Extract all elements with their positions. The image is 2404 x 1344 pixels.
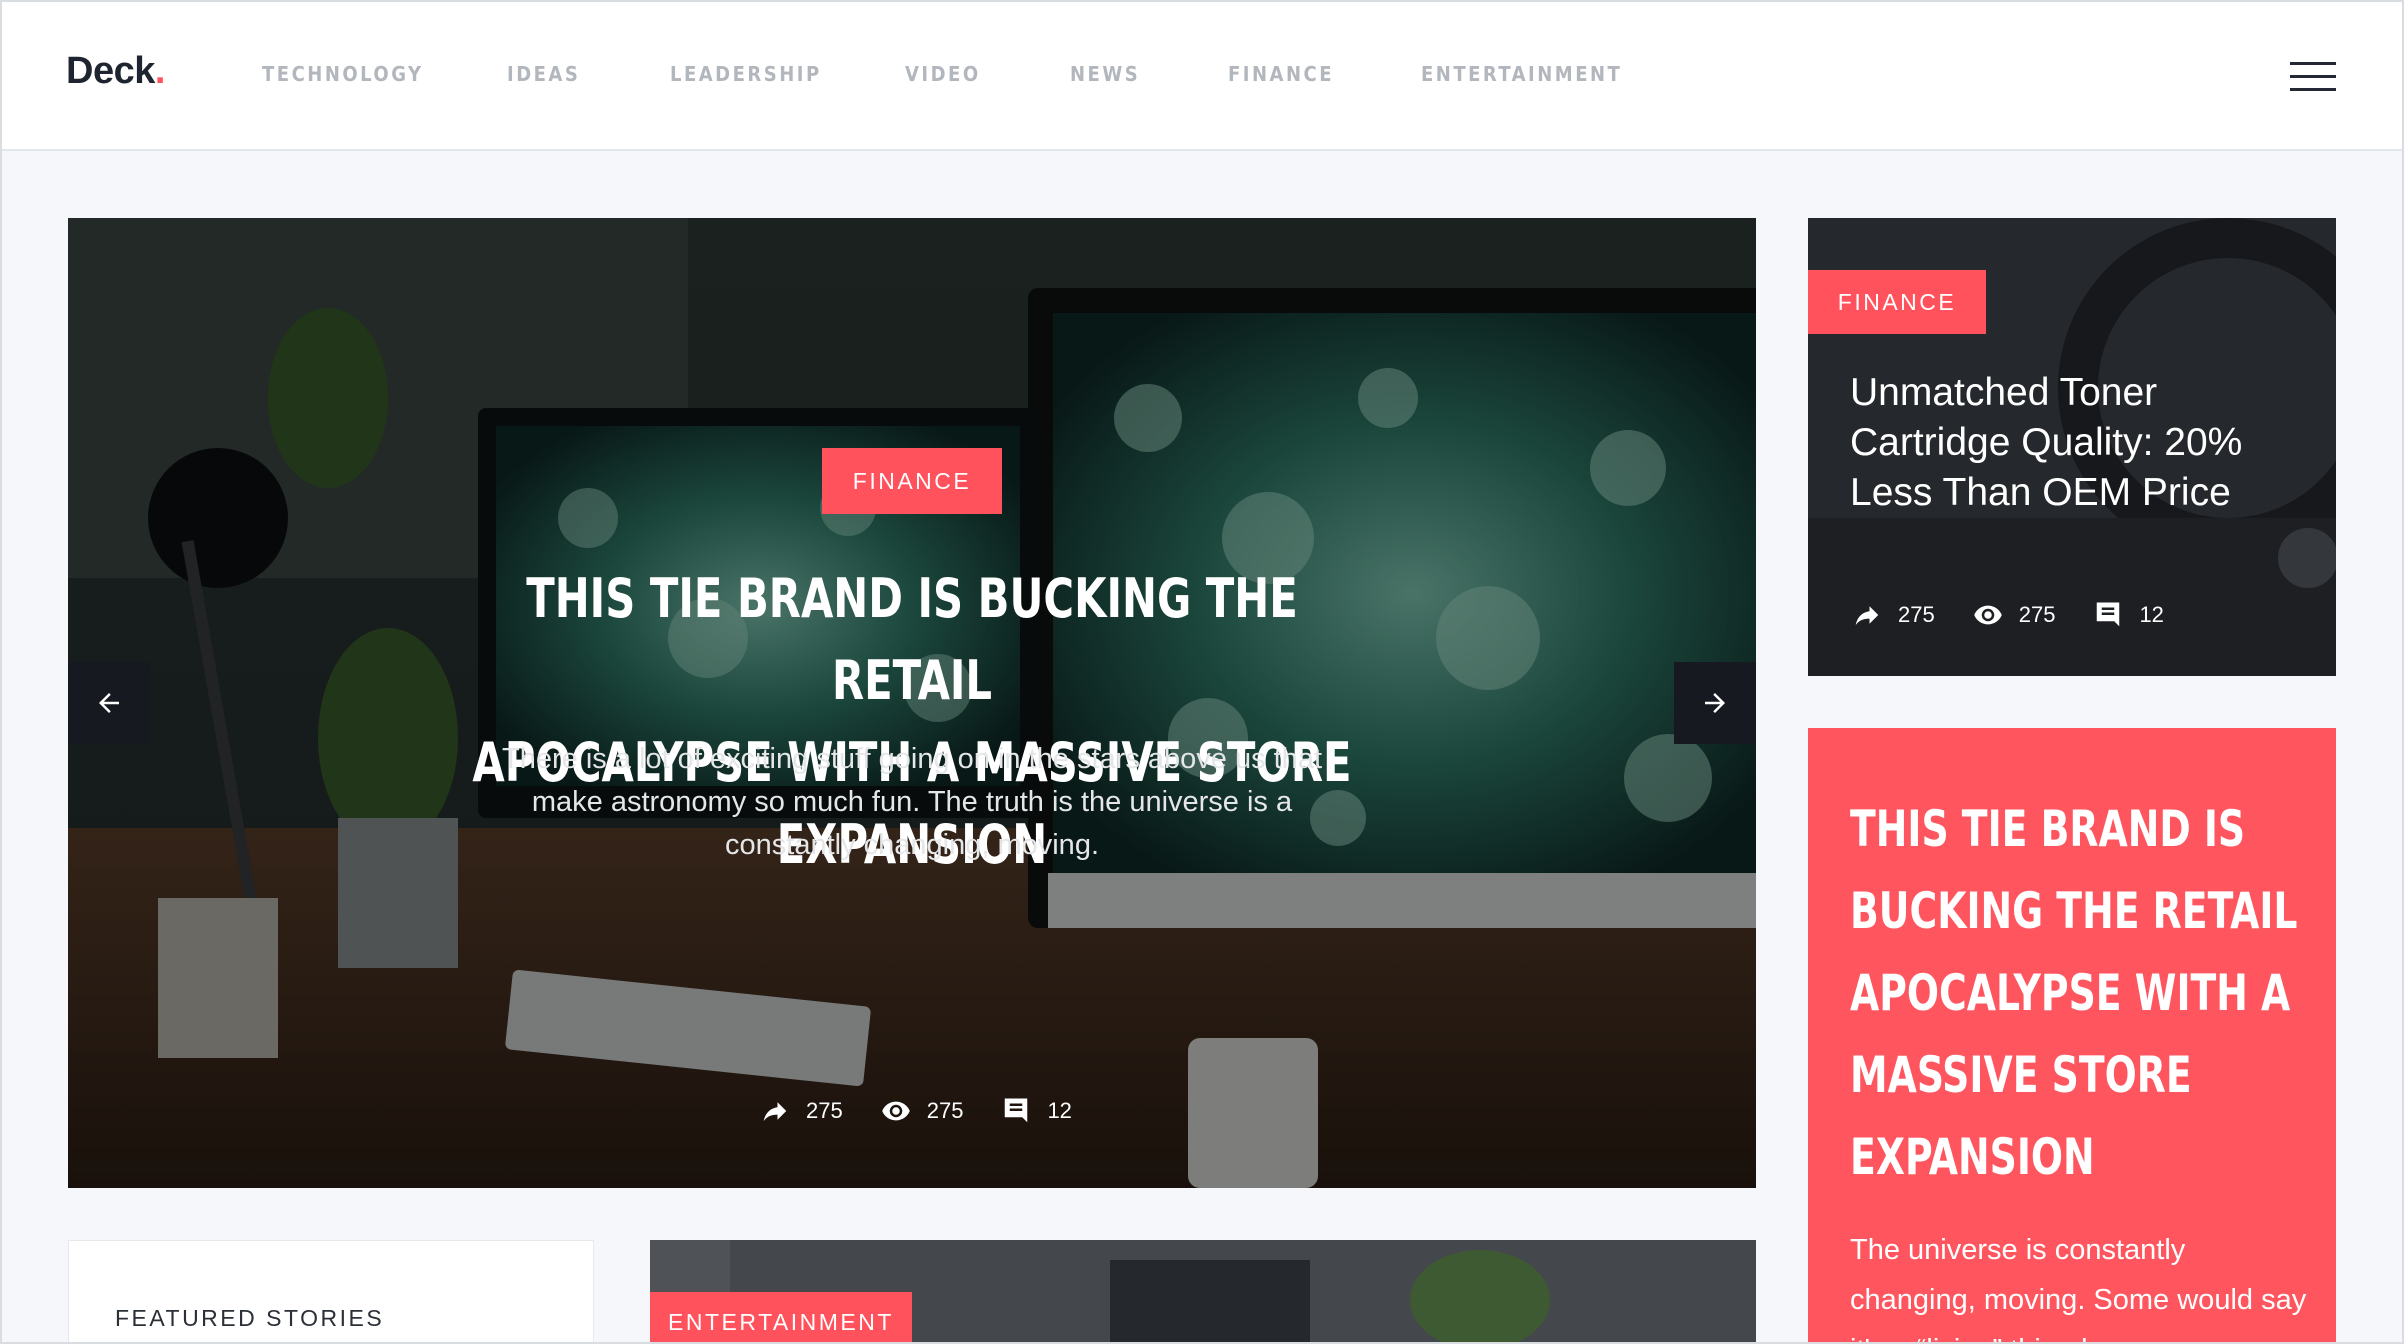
hero-category-badge[interactable]: FINANCE [822, 448, 1002, 514]
eye-icon [881, 1101, 910, 1121]
site-logo[interactable]: Deck. [66, 50, 165, 93]
hero-excerpt: There is a lot of exciting stuff going o… [502, 743, 1323, 861]
share-icon[interactable] [758, 1096, 792, 1126]
eye-icon [1973, 605, 2002, 625]
slider-prev-button[interactable] [68, 662, 150, 744]
side-card-title[interactable]: Unmatched Toner Cartridge Quality: 20% L… [1850, 368, 2300, 518]
comment-icon[interactable] [999, 1096, 1033, 1126]
side-card-category-badge[interactable]: FINANCE [1808, 270, 1986, 334]
hero-title-line-1: THIS TIE BRAND IS BUCKING THE RETAIL [526, 567, 1298, 712]
nav-item-ideas[interactable]: IDEAS [507, 62, 580, 86]
bottom-card-category-badge[interactable]: ENTERTAINMENT [650, 1292, 912, 1344]
side-card-view-count: 275 [2018, 602, 2056, 627]
side-card-share-count: 275 [1898, 602, 1935, 627]
arrow-left-icon [99, 693, 119, 713]
promo-card-title[interactable]: THIS TIE BRAND IS BUCKING THE RETAIL APO… [1850, 788, 2320, 1198]
promo-article-card[interactable]: THIS TIE BRAND IS BUCKING THE RETAIL APO… [1808, 728, 2336, 1344]
featured-stories-panel: FEATURED STORIES [68, 1240, 594, 1344]
nav-item-technology[interactable]: TECHNOLOGY [262, 62, 424, 86]
nav-item-leadership[interactable]: LEADERSHIP [670, 62, 822, 86]
featured-stories-heading: FEATURED STORIES [115, 1305, 385, 1331]
comment-icon[interactable] [2091, 600, 2125, 630]
logo-dot: . [154, 50, 166, 92]
promo-card-excerpt: The universe is constantly changing, mov… [1850, 1234, 2307, 1344]
nav-item-video[interactable]: VIDEO [905, 62, 981, 86]
bottom-article-card[interactable]: ENTERTAINMENT [650, 1240, 1756, 1344]
nav-item-news[interactable]: NEWS [1070, 62, 1140, 86]
arrow-right-icon [1705, 693, 1725, 713]
hero-share-count: 275 [806, 1098, 843, 1123]
hamburger-menu-icon[interactable] [2290, 62, 2336, 92]
hero-meta: 275 275 12 [758, 1096, 1072, 1126]
side-card-meta: 275 275 12 [1850, 600, 2164, 630]
hero-comment-count: 12 [1047, 1098, 1072, 1123]
hero-view-count: 275 [926, 1098, 964, 1123]
share-icon[interactable] [1850, 600, 1884, 630]
hero-slider[interactable]: FINANCE THIS TIE BRAND IS BUCKING THE RE… [68, 218, 1756, 1188]
side-article-card[interactable]: FINANCE Unmatched Toner Cartridge Qualit… [1808, 218, 2336, 676]
nav-item-finance[interactable]: FINANCE [1228, 62, 1334, 86]
slider-next-button[interactable] [1674, 662, 1756, 744]
nav-item-entertainment[interactable]: ENTERTAINMENT [1421, 62, 1622, 86]
top-navigation-bar: Deck. TECHNOLOGY IDEAS LEADERSHIP VIDEO … [0, 0, 2404, 151]
side-card-comment-count: 12 [2139, 602, 2164, 627]
logo-text: Deck [66, 50, 155, 92]
